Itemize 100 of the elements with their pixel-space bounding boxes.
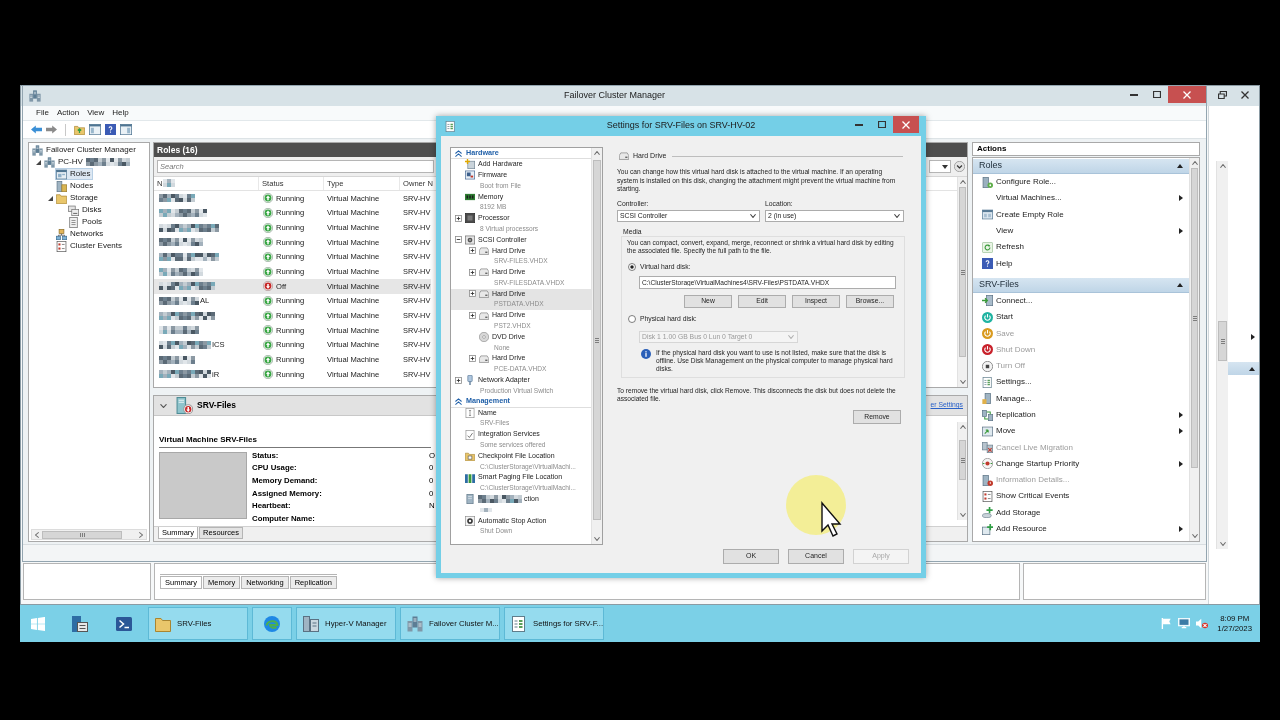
section-header[interactable] xyxy=(1228,362,1259,375)
speaker-muted-icon xyxy=(1196,618,1209,629)
scroll-right-icon[interactable] xyxy=(139,531,143,538)
integration-icon xyxy=(464,429,475,440)
pane-command[interactable]: Add Storage xyxy=(973,504,1189,521)
folder-up-icon[interactable] xyxy=(74,124,85,135)
help-icon[interactable] xyxy=(105,124,116,135)
scroll-up-icon[interactable] xyxy=(959,180,966,184)
scroll-thumb[interactable] xyxy=(959,440,966,480)
pane-command[interactable]: Manage... xyxy=(973,390,1189,407)
expand-chevron-icon[interactable] xyxy=(954,161,965,172)
scroll-thumb[interactable] xyxy=(1218,321,1227,361)
expand-box-icon[interactable] xyxy=(468,355,476,363)
radio-icon[interactable] xyxy=(628,314,636,323)
collapse-box-icon[interactable] xyxy=(454,236,462,244)
pixelated-text-drawing xyxy=(163,179,176,188)
scroll-down-icon[interactable] xyxy=(959,380,966,384)
scroll-left-icon[interactable] xyxy=(35,531,39,538)
chevron-down-icon[interactable] xyxy=(160,403,167,408)
tree-item[interactable]: Cluster Events xyxy=(55,240,126,252)
menu-item[interactable]: Action xyxy=(52,107,84,119)
vertical-scrollbar[interactable] xyxy=(591,148,602,544)
console-tree-icon[interactable] xyxy=(89,124,101,135)
pane-command[interactable]: Refresh xyxy=(973,239,1189,256)
tree-item[interactable]: Failover Cluster Manager xyxy=(31,144,139,156)
queries-dropdown[interactable] xyxy=(929,160,951,173)
tree-item[interactable]: Roles xyxy=(55,168,94,180)
tree-item[interactable]: Storage xyxy=(55,192,102,204)
off-status-icon xyxy=(263,281,273,292)
expand-box-icon[interactable] xyxy=(468,268,476,276)
pane-command[interactable]: Show Critical Events xyxy=(973,488,1189,505)
section-header[interactable]: SRV-Files xyxy=(973,277,1189,293)
scroll-up-icon[interactable] xyxy=(594,151,600,155)
dropdown-caret-icon xyxy=(894,213,900,218)
pane-command[interactable]: Virtual Machines... xyxy=(973,190,1189,207)
hard-drive-icon xyxy=(478,245,489,256)
section-header[interactable]: Roles xyxy=(973,159,1189,174)
pixelated-text-drawing xyxy=(159,223,219,232)
pane-command[interactable]: Help xyxy=(973,255,1189,272)
pane-command[interactable]: Add Resource xyxy=(973,520,1189,538)
scroll-thumb[interactable] xyxy=(42,530,122,539)
pixelated-text-drawing xyxy=(159,238,203,247)
scroll-up-icon[interactable] xyxy=(1219,164,1226,168)
expand-box-icon[interactable] xyxy=(468,247,476,255)
scroll-thumb[interactable] xyxy=(593,160,601,520)
close-button[interactable] xyxy=(893,116,919,133)
flag-icon xyxy=(1161,618,1173,629)
collapse-triangle-icon[interactable] xyxy=(48,195,53,201)
scroll-down-icon[interactable] xyxy=(594,537,600,541)
hard-drive-icon xyxy=(478,267,489,278)
collapse-chevrons-icon[interactable] xyxy=(455,398,462,406)
vertical-scrollbar[interactable] xyxy=(1216,161,1228,549)
scroll-down-icon[interactable] xyxy=(1191,534,1198,538)
menu-item[interactable]: View xyxy=(83,107,109,119)
vertical-scrollbar[interactable] xyxy=(1189,158,1199,541)
scroll-up-icon[interactable] xyxy=(959,425,966,429)
add-resource-icon xyxy=(982,523,993,535)
menu-item[interactable]: Help xyxy=(108,107,133,119)
action-pane-icon[interactable] xyxy=(120,124,132,135)
scroll-thumb[interactable] xyxy=(959,187,966,357)
forward-arrow-icon[interactable] xyxy=(46,125,57,134)
pane-command[interactable]: Settings... xyxy=(973,374,1189,391)
collapse-triangle-icon[interactable] xyxy=(36,159,41,165)
dialog-title: Settings for SRV-Files on SRV-HV-02 xyxy=(606,119,756,133)
add-hardware-icon xyxy=(464,159,475,170)
scroll-down-icon[interactable] xyxy=(959,513,966,517)
expand-box-icon[interactable] xyxy=(454,214,462,222)
menu-item[interactable]: File xyxy=(32,107,53,119)
horizontal-scrollbar[interactable] xyxy=(31,529,147,540)
connect-icon xyxy=(982,295,993,307)
pane-command[interactable]: Create Empty Role xyxy=(973,206,1189,223)
powershell-icon xyxy=(116,615,132,632)
pane-command[interactable]: Configure Role... xyxy=(973,174,1189,191)
pane-command[interactable]: Start xyxy=(973,309,1189,326)
expand-box-icon[interactable] xyxy=(468,290,476,298)
collapse-up-icon[interactable] xyxy=(1249,366,1255,371)
scroll-down-icon[interactable] xyxy=(1219,542,1226,546)
vertical-scrollbar[interactable] xyxy=(957,422,967,520)
pane-command[interactable]: Move xyxy=(973,423,1189,440)
collapse-up-icon[interactable] xyxy=(1177,282,1183,287)
expand-box-icon[interactable] xyxy=(468,312,476,320)
tree-item[interactable]: Nodes xyxy=(55,180,97,192)
tree-item[interactable]: PC-HV xyxy=(43,156,133,168)
tree-item[interactable]: Disks xyxy=(67,204,105,216)
collapse-chevrons-icon[interactable] xyxy=(455,149,462,157)
running-status-icon xyxy=(263,237,273,248)
vertical-scrollbar[interactable] xyxy=(957,177,967,387)
tree-item[interactable]: Pools xyxy=(67,216,105,228)
expand-box-icon[interactable] xyxy=(454,376,462,384)
pane-command[interactable]: Connect... xyxy=(973,292,1189,310)
back-arrow-icon[interactable] xyxy=(31,125,42,134)
pane-command[interactable]: Replication xyxy=(973,406,1189,424)
pixelated-text-drawing xyxy=(159,282,215,291)
pane-command[interactable]: View xyxy=(973,222,1189,240)
tree-item[interactable]: Networks xyxy=(55,228,107,240)
collapse-up-icon[interactable] xyxy=(1177,164,1183,168)
scroll-up-icon[interactable] xyxy=(1191,161,1198,165)
radio-icon[interactable] xyxy=(628,262,636,271)
pane-command[interactable]: Change Startup Priority xyxy=(973,455,1189,473)
scroll-thumb[interactable] xyxy=(1191,168,1198,468)
